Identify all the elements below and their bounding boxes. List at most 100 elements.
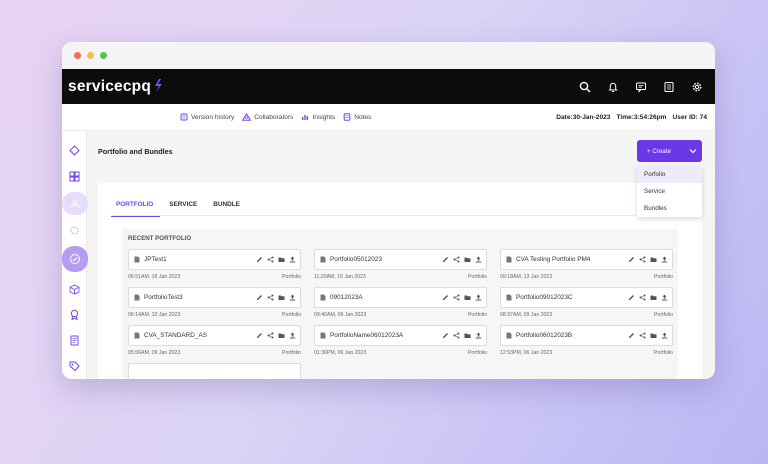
window-titlebar (62, 42, 715, 69)
portfolio-card[interactable]: PortfolioTest3 06:14AM, 10 Jan 2023 Portfo… (128, 287, 301, 318)
upload-icon[interactable] (661, 294, 668, 301)
share-icon[interactable] (453, 332, 460, 339)
portfolio-card-box[interactable]: PortfolioTest3 (128, 287, 301, 308)
portfolio-card-type: Portfolio (467, 274, 487, 280)
upload-icon[interactable] (289, 256, 296, 263)
tag-icon (69, 361, 80, 372)
portfolio-card-name: CVA Testing Portfolio PM4 (516, 256, 591, 263)
dropdown-item-portfolio[interactable]: Porfolio (637, 166, 702, 183)
portfolio-card-time: 09:18AM, 13 Jan 2023 (500, 274, 553, 280)
portfolio-card-box[interactable]: 09012023A (314, 287, 487, 308)
share-icon[interactable] (639, 256, 646, 263)
dropdown-item-service[interactable]: Service (637, 183, 702, 200)
upload-icon[interactable] (661, 332, 668, 339)
folder-icon[interactable] (650, 294, 657, 301)
bell-icon[interactable] (603, 77, 623, 97)
folder-icon[interactable] (278, 294, 285, 301)
version-history-link[interactable]: Version history (180, 113, 234, 121)
sidebar-item-portfolio[interactable] (62, 246, 88, 272)
time-display: Time:3:54:26pm (616, 113, 667, 121)
collaborators-link[interactable]: Collaborators (242, 113, 293, 121)
insights-link[interactable]: Insights (301, 113, 335, 121)
minimize-window-button[interactable] (87, 52, 94, 59)
gear-icon[interactable] (687, 77, 707, 97)
share-icon[interactable] (639, 294, 646, 301)
share-icon[interactable] (639, 332, 646, 339)
tab-service[interactable]: SERVICE (164, 193, 204, 217)
share-icon[interactable] (453, 256, 460, 263)
portfolio-card[interactable]: PortfolioName06012023A 01:36PM, 06 Jan 20… (314, 325, 487, 356)
portfolio-card[interactable]: CVA Testing Portfolio PM4 09:18AM, 13 Jan… (500, 249, 673, 280)
edit-icon[interactable] (442, 256, 449, 263)
edit-icon[interactable] (628, 294, 635, 301)
portfolio-card[interactable]: Portfolio05012023 11:20AM, 15 Jan 2023 Por… (314, 249, 487, 280)
sidebar-item-settings[interactable] (63, 219, 86, 242)
main-content: Portfolio and Bundles + Create Porfolio … (62, 131, 715, 379)
portfolio-card-box[interactable] (128, 363, 301, 379)
upload-icon[interactable] (475, 332, 482, 339)
create-button[interactable]: + Create (637, 140, 702, 162)
sidebar-item-dashboard[interactable] (63, 165, 86, 188)
share-icon[interactable] (453, 294, 460, 301)
folder-icon[interactable] (650, 256, 657, 263)
upload-icon[interactable] (661, 256, 668, 263)
share-icon[interactable] (267, 294, 274, 301)
portfolio-card-box[interactable]: CVA Testing Portfolio PM4 (500, 249, 673, 270)
upload-icon[interactable] (475, 256, 482, 263)
edit-icon[interactable] (628, 256, 635, 263)
upload-icon[interactable] (475, 294, 482, 301)
folder-icon[interactable] (464, 256, 471, 263)
edit-icon[interactable] (628, 332, 635, 339)
edit-icon[interactable] (256, 294, 263, 301)
dropdown-item-bundles[interactable]: Bundles (637, 200, 702, 217)
share-icon[interactable] (267, 256, 274, 263)
folder-icon[interactable] (464, 294, 471, 301)
portfolio-card-box[interactable]: Portfolio06012023B (500, 325, 673, 346)
edit-icon[interactable] (442, 294, 449, 301)
close-window-button[interactable] (74, 52, 81, 59)
tab-portfolio[interactable]: PORTFOLIO (111, 193, 161, 217)
portfolio-card-box[interactable]: Portfolio09012023C (500, 287, 673, 308)
chevron-down-icon[interactable] (684, 140, 702, 162)
report-icon (70, 335, 79, 346)
portfolio-card-name: JPTest1 (144, 256, 167, 263)
folder-icon[interactable] (650, 332, 657, 339)
portfolio-card-type: Portfolio (653, 274, 673, 280)
folder-icon[interactable] (464, 332, 471, 339)
edit-icon[interactable] (442, 332, 449, 339)
sidebar-item-cube[interactable] (63, 278, 86, 301)
sidebar-item-users[interactable] (62, 192, 88, 215)
app-logo[interactable]: servicecpq (68, 78, 163, 96)
list-icon[interactable] (659, 77, 679, 97)
folder-icon[interactable] (278, 256, 285, 263)
sidebar-item-reports[interactable] (63, 329, 86, 352)
recent-portfolio-title: RECENT PORTFOLIO (128, 235, 192, 242)
edit-icon[interactable] (256, 256, 263, 263)
portfolio-card[interactable]: CVA_STANDARD_AS 05:56AM, 09 Jan 2023 Portf… (128, 325, 301, 356)
portfolio-card-box[interactable]: Portfolio05012023 (314, 249, 487, 270)
maximize-window-button[interactable] (100, 52, 107, 59)
portfolio-card[interactable]: Portfolio09012023C 08:37AM, 09 Jan 2023 Po… (500, 287, 673, 318)
portfolio-card[interactable]: JPTest1 06:51AM, 16 Jan 2023 Portfolio (128, 249, 301, 280)
share-icon[interactable] (267, 332, 274, 339)
portfolio-card-name: Portfolio06012023B (516, 332, 573, 339)
portfolio-card[interactable]: 09012023A 09:40AM, 09 Jan 2023 Portfolio (314, 287, 487, 318)
portfolio-card-box[interactable]: CVA_STANDARD_AS (128, 325, 301, 346)
upload-icon[interactable] (289, 332, 296, 339)
sidebar-item-tag[interactable] (63, 355, 86, 378)
portfolio-card-box[interactable]: JPTest1 (128, 249, 301, 270)
portfolio-card-time: 11:20AM, 15 Jan 2023 (314, 274, 366, 280)
edit-icon[interactable] (256, 332, 263, 339)
portfolio-card-box[interactable]: PortfolioName06012023A (314, 325, 487, 346)
portfolio-card[interactable]: Portfolio06012023B 12:53PM, 06 Jan 2023 Po… (500, 325, 673, 356)
portfolio-card-name: Portfolio09012023C (516, 294, 573, 301)
upload-icon[interactable] (289, 294, 296, 301)
sidebar-item-home[interactable] (63, 139, 86, 162)
notes-link[interactable]: Notes (343, 113, 371, 121)
message-icon[interactable] (631, 77, 651, 97)
tab-bundle[interactable]: BUNDLE (208, 193, 247, 217)
sidebar-item-badge[interactable] (63, 303, 86, 326)
folder-icon[interactable] (278, 332, 285, 339)
portfolio-card[interactable] (128, 363, 301, 379)
search-icon[interactable] (575, 77, 595, 97)
